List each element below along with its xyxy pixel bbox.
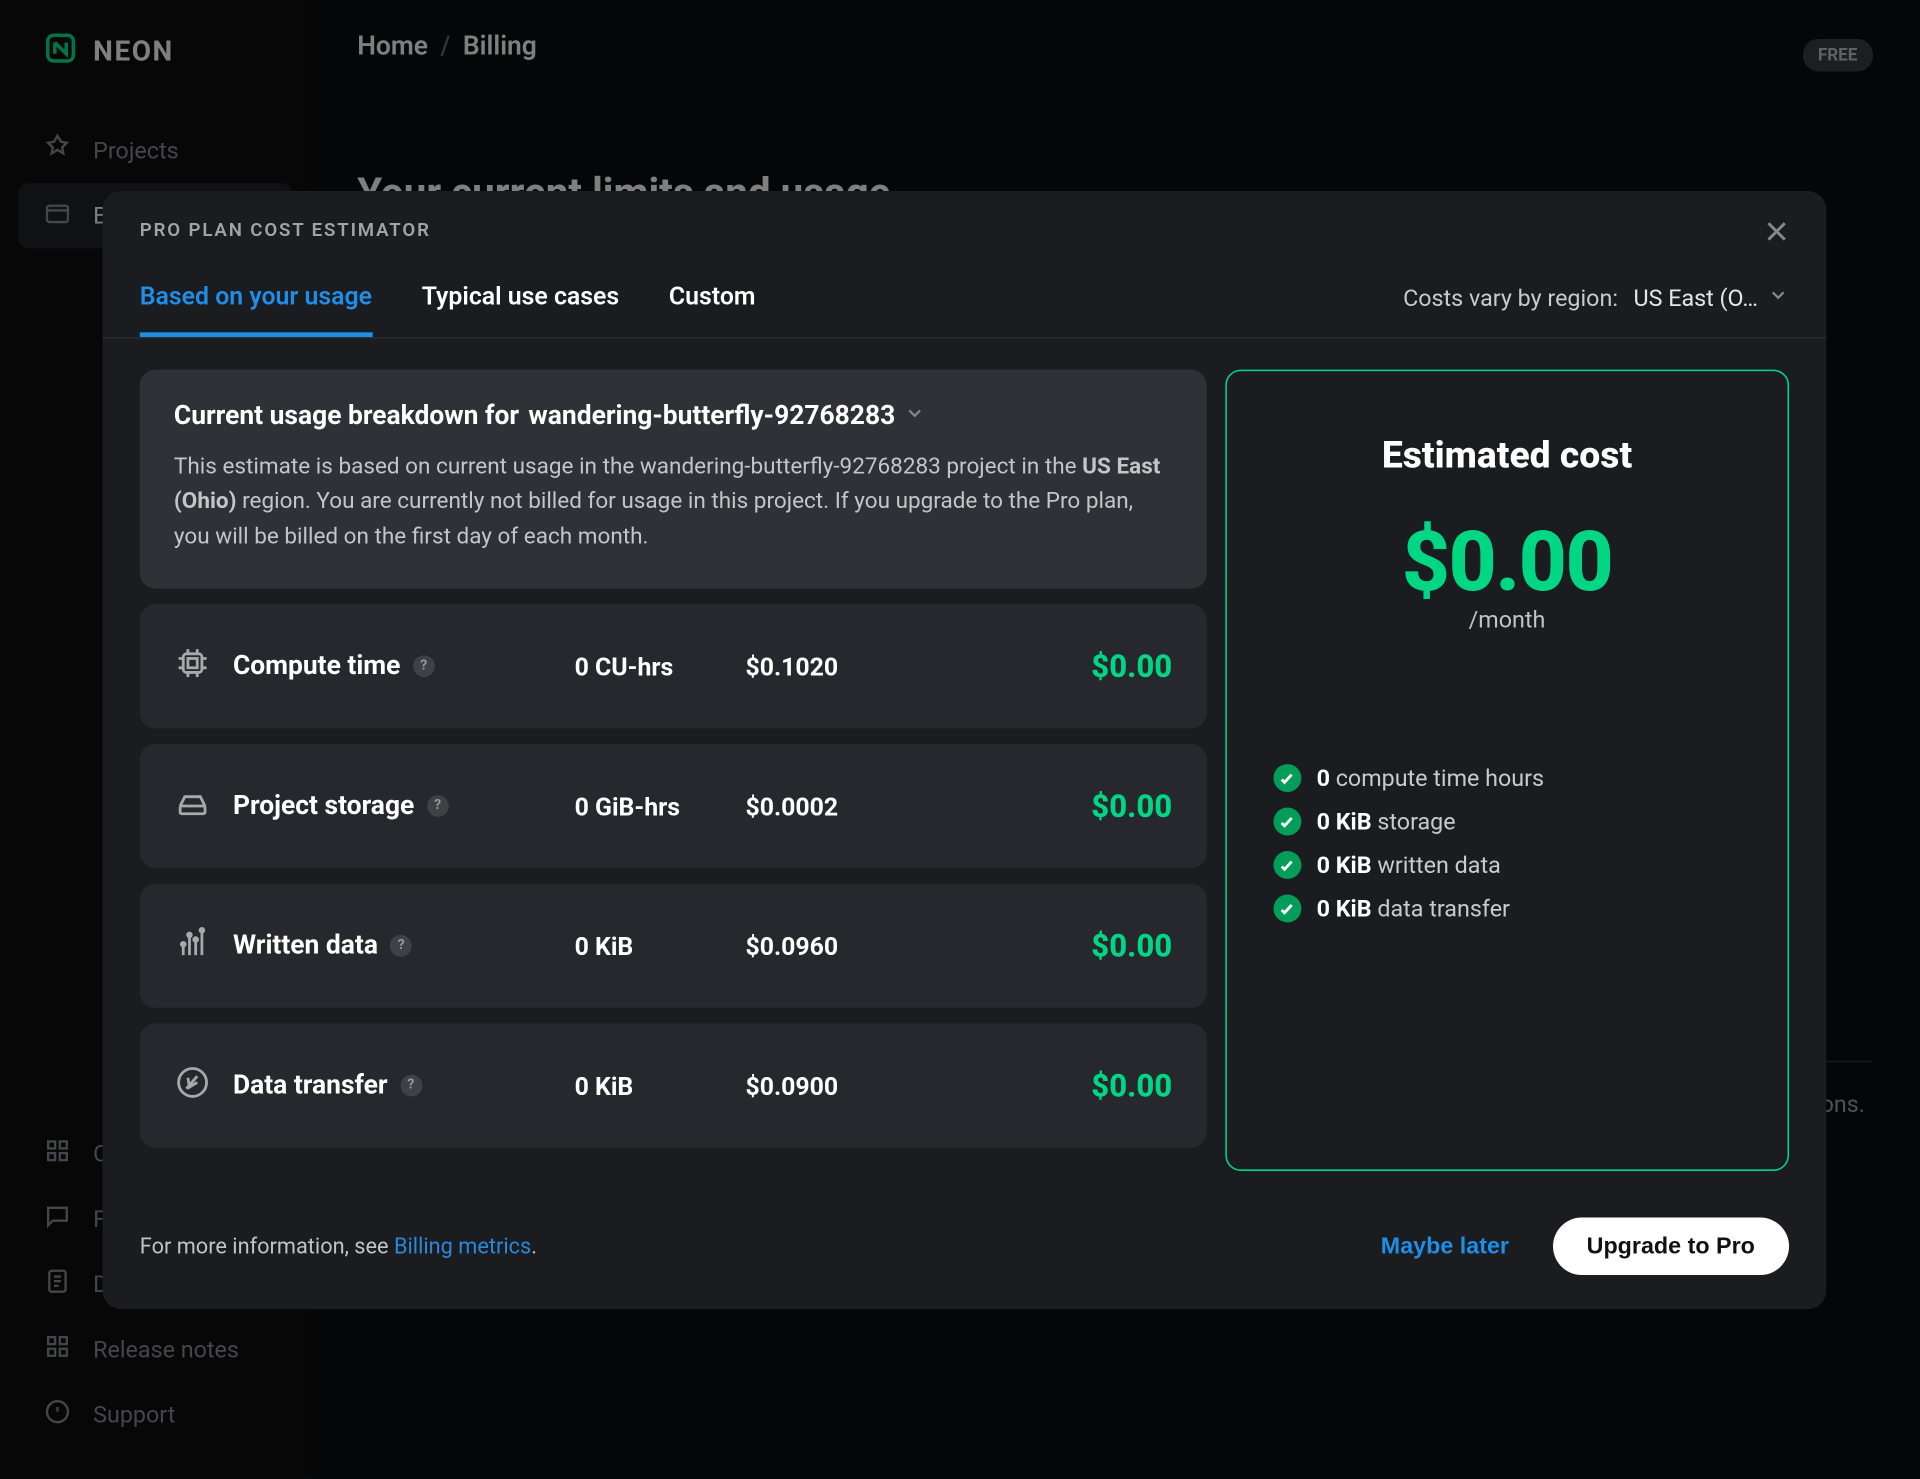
usage-row-compute: Compute time? 0 CU-hrs $0.1020 $0.00 (140, 605, 1207, 729)
region-value: US East (O… (1634, 284, 1758, 312)
help-icon[interactable]: ? (413, 656, 435, 678)
storage-icon (174, 785, 233, 828)
estimated-cost-box: Estimated cost $0.00 /month 0 compute ti… (1225, 370, 1789, 1171)
help-icon[interactable]: ? (390, 936, 412, 958)
written-data-icon (174, 925, 233, 968)
check-icon (1273, 764, 1301, 792)
est-item: 0 KiB data transfer (1273, 895, 1741, 923)
check-icon (1273, 895, 1301, 923)
transfer-icon (174, 1064, 233, 1107)
est-item: 0 KiB storage (1273, 808, 1741, 836)
breakdown-desc: This estimate is based on current usage … (174, 450, 1172, 555)
usage-cost: $0.00 (932, 788, 1172, 825)
footer-info: For more information, see Billing metric… (140, 1234, 537, 1259)
region-label: Costs vary by region: (1403, 284, 1618, 312)
usage-rate: $0.0002 (745, 792, 931, 822)
usage-rate: $0.0960 (745, 932, 931, 962)
region-selector-row: Costs vary by region: US East (O… (1403, 284, 1789, 334)
usage-unit: 0 GiB-hrs (575, 792, 746, 822)
breakdown-box: Current usage breakdown for wandering-bu… (140, 370, 1207, 590)
region-select[interactable]: US East (O… (1634, 284, 1790, 312)
help-icon[interactable]: ? (400, 1075, 422, 1097)
usage-unit: 0 KiB (575, 932, 746, 962)
maybe-later-button[interactable]: Maybe later (1381, 1233, 1509, 1259)
billing-metrics-link[interactable]: Billing metrics (394, 1234, 531, 1259)
cost-estimator-modal: PRO PLAN COST ESTIMATOR Based on your us… (102, 191, 1826, 1309)
usage-row-storage: Project storage? 0 GiB-hrs $0.0002 $0.00 (140, 745, 1207, 869)
tab-typical-use-cases[interactable]: Typical use cases (422, 281, 619, 337)
est-title: Estimated cost (1273, 433, 1741, 476)
est-period: /month (1273, 606, 1741, 634)
chevron-down-icon (905, 401, 927, 432)
modal-title: PRO PLAN COST ESTIMATOR (140, 219, 1789, 241)
tab-based-on-usage[interactable]: Based on your usage (140, 281, 372, 337)
close-button[interactable] (1755, 213, 1798, 256)
check-icon (1273, 808, 1301, 836)
help-icon[interactable]: ? (427, 796, 449, 818)
upgrade-button[interactable]: Upgrade to Pro (1552, 1218, 1789, 1275)
breakdown-title[interactable]: Current usage breakdown for wandering-bu… (174, 401, 1172, 432)
chevron-down-icon (1767, 284, 1789, 312)
cpu-icon (174, 645, 233, 688)
tabs: Based on your usage Typical use cases Cu… (140, 281, 756, 337)
est-amount: $0.00 (1273, 514, 1741, 612)
tab-custom[interactable]: Custom (669, 281, 756, 337)
usage-row-written: Written data? 0 KiB $0.0960 $0.00 (140, 884, 1207, 1008)
usage-cost: $0.00 (932, 648, 1172, 685)
usage-rate: $0.0900 (745, 1071, 931, 1101)
usage-row-transfer: Data transfer? 0 KiB $0.0900 $0.00 (140, 1024, 1207, 1148)
usage-cost: $0.00 (932, 928, 1172, 965)
est-item: 0 KiB written data (1273, 851, 1741, 879)
usage-cost: $0.00 (932, 1068, 1172, 1105)
est-item: 0 compute time hours (1273, 764, 1741, 792)
close-icon (1763, 217, 1791, 251)
usage-unit: 0 KiB (575, 1071, 746, 1101)
usage-rate: $0.1020 (745, 652, 931, 682)
check-icon (1273, 851, 1301, 879)
usage-unit: 0 CU-hrs (575, 652, 746, 682)
